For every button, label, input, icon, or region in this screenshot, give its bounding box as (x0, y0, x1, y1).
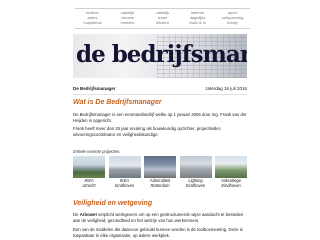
about-paragraph-2: Frank heeft meer dan 25 jaar ervaring al… (73, 126, 222, 137)
nav-item-label: sport ontspanning hobby (221, 10, 244, 25)
project-city: Eindhoven (221, 182, 241, 188)
project-city: Eindhoven (114, 182, 135, 188)
nav-item-label: zakelijk lezen teksten (155, 10, 170, 25)
safety-paragraph-2: Een van de middelen die daarvoor gebruik… (73, 227, 243, 238)
safety-heading: Veiligheid en wetgeving (73, 200, 153, 207)
safety-p1-rest: verplicht werkgevers om op een gestructu… (73, 212, 244, 223)
project-photo[interactable] (144, 156, 176, 178)
meta-row: De Bedrijfsmanager zaterdag 16 juli 2016 (73, 86, 247, 94)
project-photo[interactable] (73, 156, 105, 178)
site-name: De Bedrijfsmanager (73, 86, 116, 91)
nav-item-toolbox[interactable]: toolbox adres hulpdienst (75, 8, 110, 29)
nav-item-label: internet dagelijks radio & tv (189, 10, 206, 25)
project-city: Eindhoven (185, 182, 206, 188)
banner-title: de bedrijfsmanager (76, 41, 247, 68)
nav-item-zakelijk-nieuws[interactable]: zakelijk nieuws netwerk (110, 8, 145, 29)
project-photo[interactable] (215, 156, 247, 178)
project-card[interactable]: Lighting Eindhoven (179, 156, 212, 194)
page: toolbox adres hulpdienst zakelijk nieuws net… (0, 0, 320, 240)
project-card[interactable]: Admiraliteit Rotterdam (144, 156, 176, 194)
nav-item-internet[interactable]: internet dagelijks radio & tv (180, 8, 215, 29)
project-caption: IKEA Utrecht (73, 178, 105, 189)
project-card[interactable]: IKEA Eindhoven (108, 156, 141, 194)
current-date: zaterdag 16 juli 2016 (205, 86, 247, 91)
project-photo[interactable] (108, 156, 141, 178)
safety-p1-prefix: De (73, 212, 80, 217)
projects-gallery: IKEA Utrecht IKEA Eindhoven Admiraliteit… (73, 156, 247, 194)
project-city: Utrecht (82, 182, 96, 188)
divider (73, 94, 247, 95)
project-photo[interactable] (179, 156, 212, 178)
project-city: Rotterdam (150, 182, 170, 188)
nav-item-label: zakelijk nieuws netwerk (120, 10, 135, 25)
project-caption: Vakcollege Eindhoven (215, 178, 247, 189)
safety-paragraph-1: De Arbowet verplicht werkgevers om op ee… (73, 212, 249, 223)
arbowet-term: Arbowet (79, 212, 97, 217)
project-caption: IKEA Eindhoven (109, 178, 141, 189)
about-heading: Wat is De Bedrijfsmanager (73, 99, 162, 106)
projects-caption: Enkele recente projecten. (73, 149, 121, 154)
nav-item-label: toolbox adres hulpdienst (83, 10, 102, 25)
project-card[interactable]: Vakcollege Eindhoven (215, 156, 247, 194)
top-nav: toolbox adres hulpdienst zakelijk nieuws net… (75, 8, 251, 30)
project-caption: Admiraliteit Rotterdam (144, 178, 176, 189)
project-caption: Lighting Eindhoven (180, 178, 212, 189)
about-paragraph-1: De Bedrijfsmanager is een eenmansbedrijf… (73, 112, 247, 123)
project-card[interactable]: IKEA Utrecht (73, 156, 105, 194)
header-banner: de bedrijfsmanager (73, 34, 247, 78)
nav-item-zakelijk-lezen[interactable]: zakelijk lezen teksten (145, 8, 180, 29)
nav-item-sport[interactable]: sport ontspanning hobby (215, 8, 250, 29)
